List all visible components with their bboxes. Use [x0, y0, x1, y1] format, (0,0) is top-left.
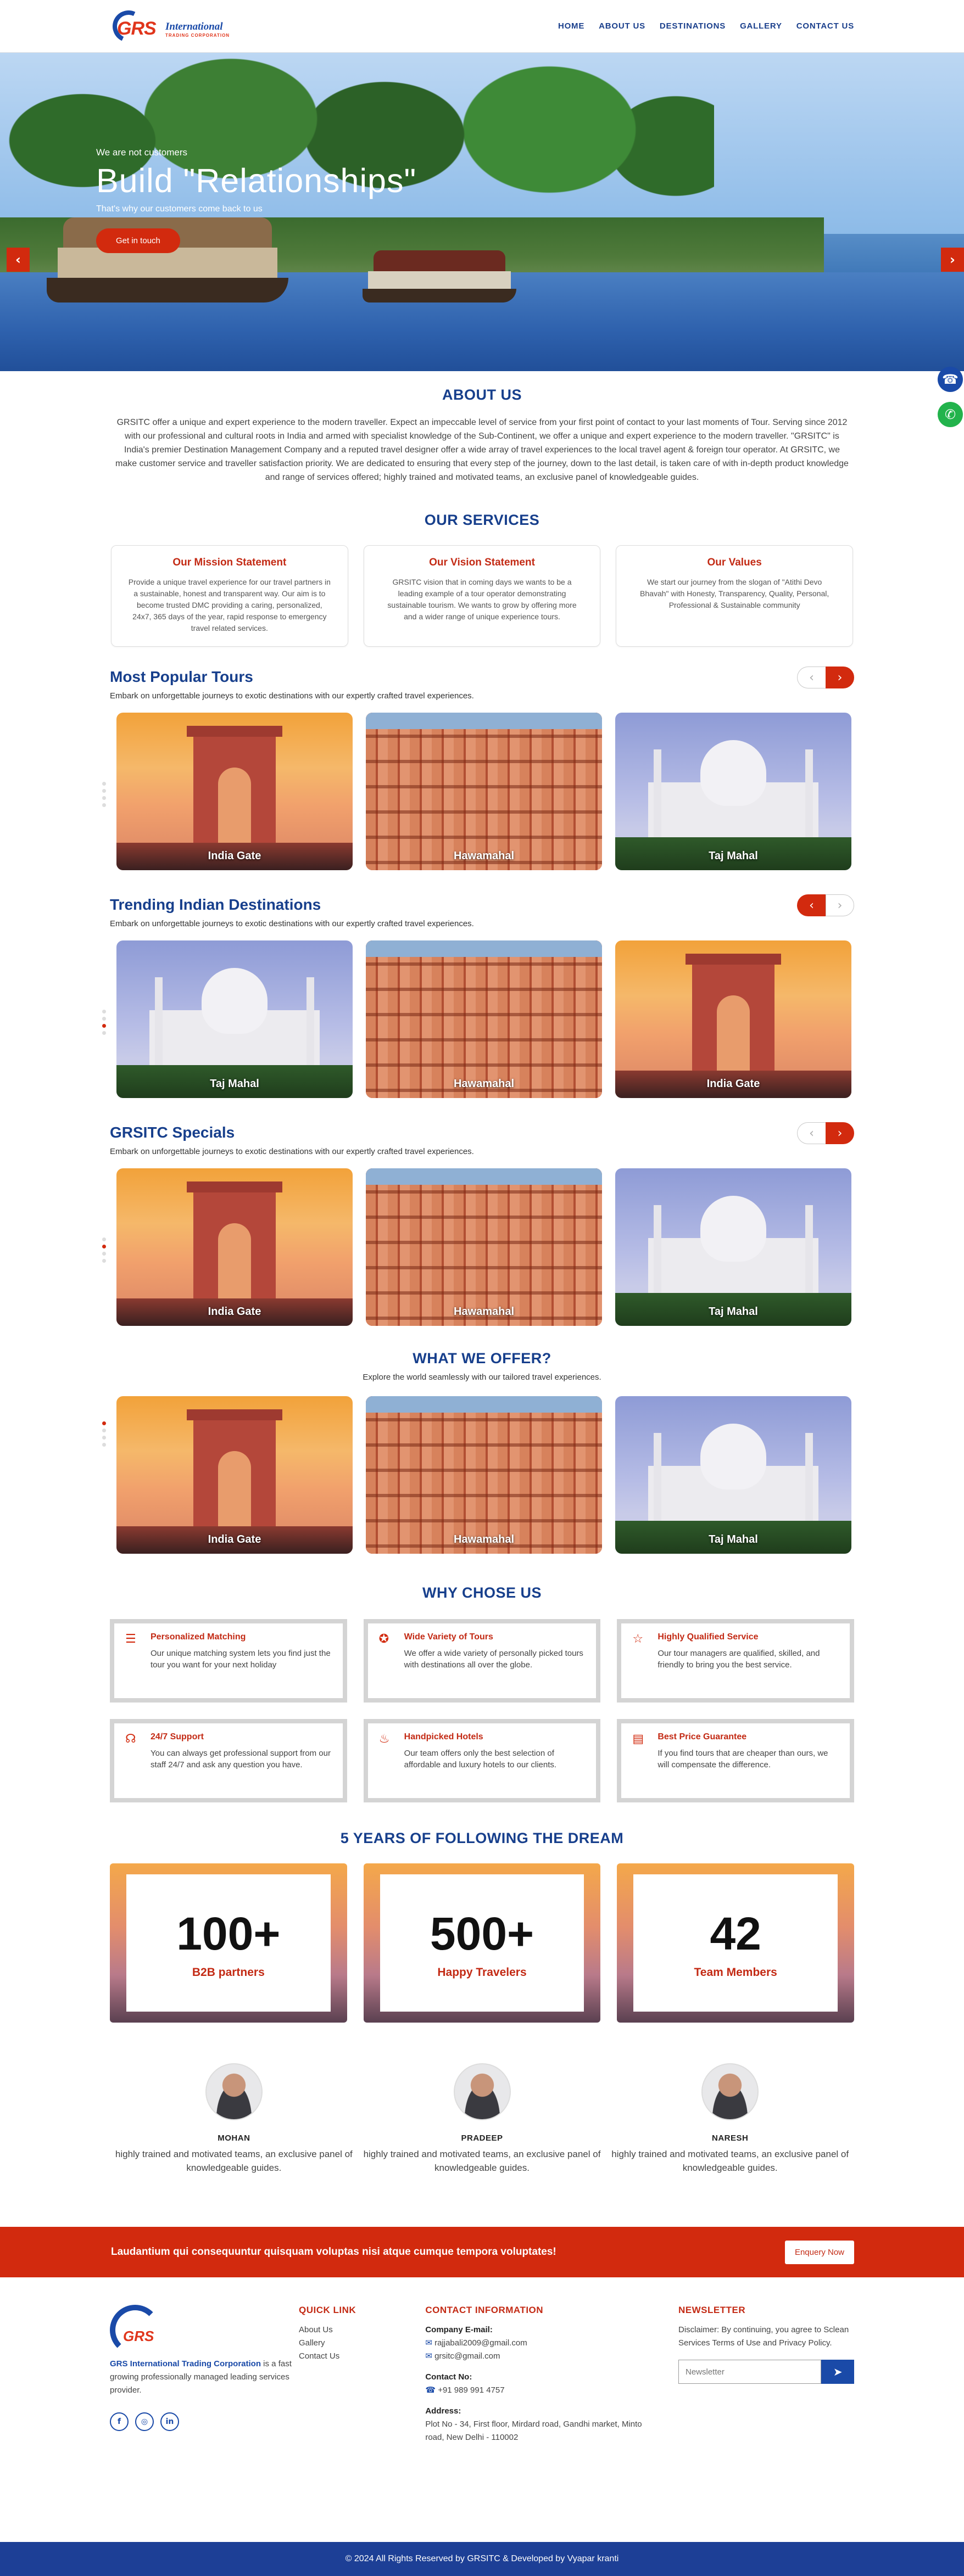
- offer-subtitle: Explore the world seamlessly with our ta…: [363, 1373, 601, 1382]
- nav-destinations[interactable]: DESTINATIONS: [660, 21, 726, 31]
- stats-title: 5 YEARS OF FOLLOWING THE DREAM: [340, 1830, 624, 1846]
- copyright-bar: © 2024 All Rights Reserved by GRSITC & D…: [0, 2542, 964, 2576]
- vision-card: Our Vision Statement GRSITC vision that i…: [363, 545, 601, 647]
- why-card: ☆ Highly Qualified Service Our tour manage…: [617, 1619, 854, 1703]
- avatar: [205, 2063, 263, 2120]
- cta-banner: Laudantium qui consequuntur quisquam vol…: [0, 2227, 964, 2277]
- nav-about[interactable]: ABOUT US: [599, 21, 645, 31]
- mission-card: Our Mission Statement Provide a unique tr…: [111, 545, 348, 647]
- nav-gallery[interactable]: GALLERY: [740, 21, 782, 31]
- nav-home[interactable]: HOME: [558, 21, 584, 31]
- main-menu: HOME ABOUT US DESTINATIONS GALLERY CONTA…: [558, 21, 854, 31]
- whatsapp-icon[interactable]: ✆: [938, 402, 963, 427]
- slider-prev-icon[interactable]: ‹: [797, 894, 826, 916]
- facebook-icon[interactable]: f: [110, 2412, 129, 2431]
- stat-card: 42 Team Members: [617, 1863, 855, 2023]
- about-title: ABOUT US: [442, 387, 522, 403]
- email-link[interactable]: ✉ grsitc@gmail.com: [425, 2350, 678, 2363]
- email-link[interactable]: ✉ rajjabali2009@gmail.com: [425, 2337, 678, 2350]
- slider-next-icon[interactable]: ›: [826, 1122, 854, 1144]
- headset-icon: ☊: [125, 1732, 136, 1746]
- stat-card: 500+ Happy Travelers: [363, 1863, 601, 2023]
- tour-tile[interactable]: Hawamahal: [366, 1168, 602, 1326]
- instagram-icon[interactable]: ◎: [135, 2412, 154, 2431]
- hero-title: Build "Relationships": [96, 162, 417, 199]
- wallet-icon: ▤: [632, 1732, 644, 1746]
- hero-prev-arrow-icon[interactable]: ‹: [7, 248, 30, 272]
- slider-prev-icon[interactable]: ‹: [797, 1122, 826, 1144]
- slider-subtitle: Embark on unforgettable journeys to exot…: [110, 691, 474, 701]
- tour-tile[interactable]: India Gate: [116, 1168, 353, 1326]
- phone-link[interactable]: ☎ +91 989 991 4757: [425, 2384, 678, 2397]
- team-member: MOHAN highly trained and motivated teams,…: [110, 2063, 358, 2175]
- tour-tile[interactable]: Taj Mahal: [615, 713, 851, 870]
- stat-card: 100+ B2B partners: [110, 1863, 347, 2023]
- offer-tile[interactable]: India Gate: [116, 1396, 353, 1554]
- why-card: ▤ Best Price Guarantee If you find tours t…: [617, 1719, 854, 1802]
- slider-prev-icon[interactable]: ‹: [797, 667, 826, 688]
- why-card: ☰ Personalized Matching Our unique matchin…: [110, 1619, 347, 1703]
- award-icon: ✪: [378, 1632, 389, 1646]
- newsletter-disclaimer: Disclaimer: By continuing, you agree to …: [678, 2325, 849, 2348]
- why-card: ♨ Handpicked Hotels Our team offers only t…: [363, 1719, 601, 1802]
- slider-subtitle: Embark on unforgettable journeys to exot…: [110, 919, 474, 928]
- slider-title: Most Popular Tours: [110, 668, 253, 685]
- contact-title: CONTACT INFORMATION: [425, 2305, 544, 2315]
- tour-tile[interactable]: India Gate: [116, 713, 353, 870]
- hero-subtitle: That's why our customers come back to us: [96, 204, 263, 214]
- cta-text: Laudantium qui consequuntur quisquam vol…: [111, 2246, 556, 2258]
- logo-subtag: TRADING CORPORATION: [165, 33, 230, 38]
- slider-title: Trending Indian Destinations: [110, 896, 321, 913]
- services-title: OUR SERVICES: [424, 512, 540, 528]
- logo-tagline: International: [165, 21, 223, 32]
- linkedin-icon[interactable]: in: [160, 2412, 179, 2431]
- offer-title: WHAT WE OFFER?: [413, 1350, 551, 1367]
- sliders-icon: ☰: [125, 1632, 136, 1646]
- quick-link-title: QUICK LINK: [299, 2305, 356, 2315]
- avatar: [701, 2063, 759, 2120]
- tour-tile[interactable]: Hawamahal: [366, 940, 602, 1098]
- hero-banner: We are not customers Build "Relationship…: [0, 53, 964, 371]
- slider-subtitle: Embark on unforgettable journeys to exot…: [110, 1147, 474, 1156]
- logo-icon: GRS: [108, 5, 157, 47]
- values-card: Our Values We start our journey from the …: [616, 545, 854, 647]
- footer-company: GRS International Trading Corporation: [110, 2359, 261, 2368]
- slider-next-icon[interactable]: ›: [826, 667, 854, 688]
- hero-next-arrow-icon[interactable]: ›: [941, 248, 964, 272]
- get-in-touch-button[interactable]: Get in touch: [96, 228, 180, 253]
- enquiry-button[interactable]: Enquery Now: [784, 2240, 854, 2264]
- footer-link-about[interactable]: About Us: [299, 2323, 425, 2337]
- tour-tile[interactable]: Taj Mahal: [615, 1168, 851, 1326]
- slider-title: GRSITC Specials: [110, 1124, 235, 1141]
- offer-tile[interactable]: Taj Mahal: [615, 1396, 851, 1554]
- team-member: PRADEEP highly trained and motivated team…: [358, 2063, 606, 2175]
- star-icon: ☆: [632, 1632, 644, 1646]
- footer-logo-icon: GRS: [110, 2305, 160, 2355]
- about-text: GRSITC offer a unique and expert experie…: [115, 418, 849, 482]
- tour-tile[interactable]: Hawamahal: [366, 713, 602, 870]
- newsletter-input[interactable]: [678, 2360, 822, 2384]
- phone-call-icon[interactable]: ☎: [938, 367, 963, 392]
- send-icon[interactable]: ➤: [821, 2360, 854, 2384]
- navbar: GRS International TRADING CORPORATION HOM…: [0, 0, 964, 53]
- address-text: Plot No - 34, First floor, Mirdard road,…: [425, 2420, 642, 2442]
- fire-icon: ♨: [378, 1732, 390, 1746]
- footer-link-contact[interactable]: Contact Us: [299, 2350, 425, 2363]
- why-card: ✪ Wide Variety of Tours We offer a wide va…: [363, 1619, 601, 1703]
- nav-contact[interactable]: CONTACT US: [796, 21, 854, 31]
- team-member: NARESH highly trained and motivated teams…: [606, 2063, 854, 2175]
- slider-next-icon[interactable]: ›: [826, 894, 854, 916]
- newsletter-title: NEWSLETTER: [678, 2305, 746, 2315]
- hero-pretitle: We are not customers: [96, 147, 187, 158]
- avatar: [453, 2063, 511, 2120]
- footer-link-gallery[interactable]: Gallery: [299, 2337, 425, 2350]
- why-card: ☊ 24/7 Support You can always get professi…: [110, 1719, 347, 1802]
- offer-tile[interactable]: Hawamahal: [366, 1396, 602, 1554]
- tour-tile[interactable]: India Gate: [615, 940, 851, 1098]
- why-title: WHY CHOSE US: [422, 1584, 542, 1601]
- brand-logo[interactable]: GRS International TRADING CORPORATION: [108, 5, 230, 47]
- tour-tile[interactable]: Taj Mahal: [116, 940, 353, 1098]
